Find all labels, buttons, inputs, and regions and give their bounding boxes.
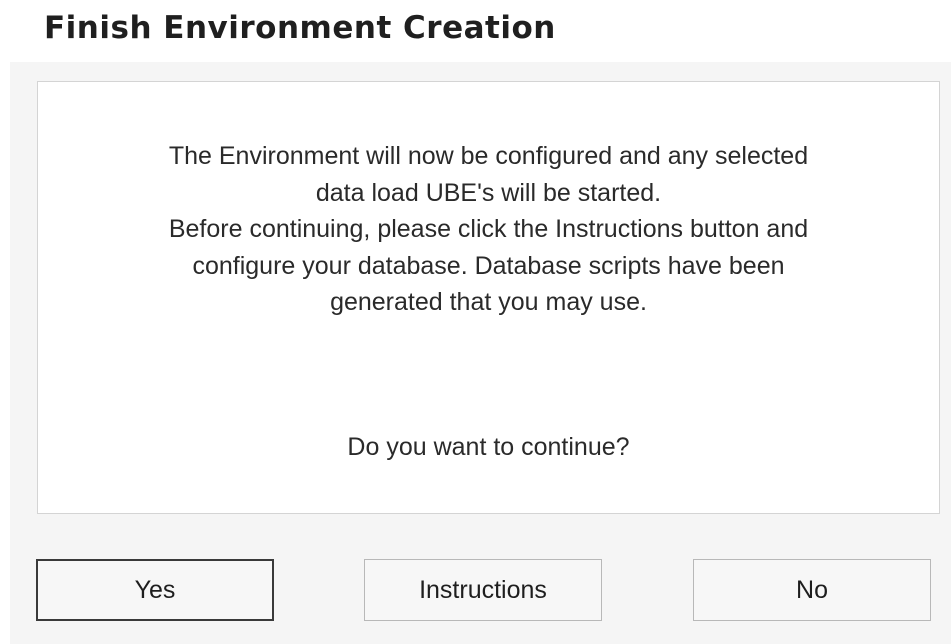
dialog-frame: The Environment will now be configured a… — [10, 62, 951, 644]
message-line: data load UBE's will be started. — [315, 178, 662, 207]
no-button[interactable]: No — [693, 559, 931, 621]
confirm-question: Do you want to continue? — [347, 433, 630, 461]
message-panel: The Environment will now be configured a… — [37, 81, 940, 514]
dialog-title: Finish Environment Creation — [44, 10, 556, 46]
message-line: generated that you may use. — [330, 288, 647, 316]
instructions-button[interactable]: Instructions — [364, 559, 602, 621]
message-line: The Environment will now be configured a… — [168, 142, 809, 170]
message-line: configure your database. Database script… — [192, 251, 785, 280]
yes-button[interactable]: Yes — [36, 559, 274, 621]
message-text: The Environment will now be configured a… — [38, 138, 939, 321]
message-line: Before continuing, please click the Inst… — [168, 215, 809, 243]
